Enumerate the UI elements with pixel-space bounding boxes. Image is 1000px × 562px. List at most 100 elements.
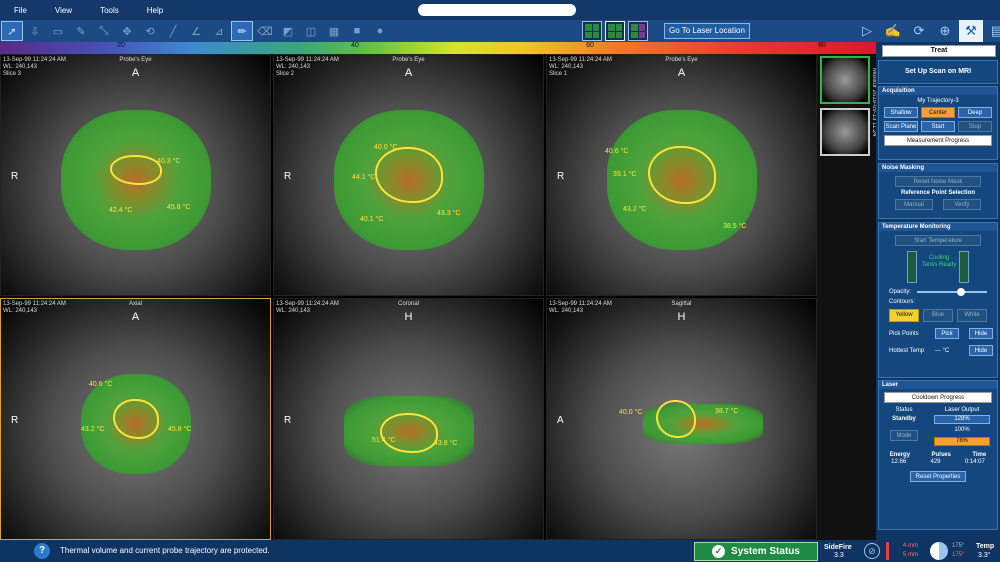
mode-button[interactable]: Mode: [890, 430, 918, 441]
laser-section: Laser Cooldown Progress Status Standby M…: [878, 380, 998, 530]
orientation-left: R: [284, 171, 292, 182]
viewport-probe-eye-slice3[interactable]: 13-Sep-99 11:24:24 AM WL: 240,143 Slice …: [0, 54, 271, 296]
hide-hottest-button[interactable]: Hide: [969, 345, 993, 356]
cooldown-progress-bar: Cooldown Progress: [884, 392, 992, 403]
viewport-coronal[interactable]: 13-Sep-99 11:24:24 AM WL: 240,143 Corona…: [273, 298, 544, 540]
probe-orientation-icon[interactable]: ⊘: [864, 543, 880, 559]
angle-value-1: 175°: [952, 543, 965, 549]
temp-label: 40.6 °C: [605, 148, 629, 155]
cooling-tank-right-icon: [959, 251, 969, 283]
help-icon[interactable]: ?: [34, 543, 50, 559]
hide-points-button[interactable]: Hide: [969, 328, 993, 339]
pick-button[interactable]: Pick: [935, 328, 959, 339]
trajectory-tool-icon[interactable]: ⤡: [93, 21, 115, 41]
menu-file[interactable]: File: [0, 6, 41, 15]
point-tool-icon[interactable]: ●: [369, 21, 391, 41]
acquisition-title: Acquisition: [879, 87, 997, 95]
treat-laser-icon[interactable]: ⚒: [959, 20, 983, 42]
orientation-top: A: [677, 67, 686, 79]
reset-properties-button[interactable]: Reset Properties: [910, 471, 966, 482]
workflow-mode-icons: ▷ ✍ ⟳ ⊕ ⚒ ▤: [855, 20, 1000, 42]
reference-point-title: Reference Point Selection: [900, 190, 976, 196]
plan-icon[interactable]: ✍: [881, 20, 905, 42]
viewport-title: Probe's Eye: [665, 57, 698, 63]
search-field[interactable]: [418, 4, 576, 16]
laser-output-bar: 100%: [954, 427, 970, 433]
contour-blue-button[interactable]: Blue: [923, 309, 953, 322]
status-bar: Thermal volume and current probe traject…: [0, 540, 1000, 562]
viewport-sagittal[interactable]: 13-Sep-99 11:24:24 AM WL: 240,143 Sagitt…: [546, 298, 817, 540]
verify-button[interactable]: Verify: [943, 199, 981, 210]
thumbnail-monitor-1[interactable]: [820, 56, 870, 104]
menu-view[interactable]: View: [41, 6, 86, 15]
opacity-slider[interactable]: [917, 288, 988, 296]
orientation-top: A: [404, 67, 413, 79]
layout-compare-icon[interactable]: [628, 21, 648, 41]
menu-tools[interactable]: Tools: [86, 6, 133, 15]
viewport-axial[interactable]: 13-Sep-99 11:24:24 AM WL: 240,143 Axial …: [0, 298, 271, 540]
cooling-tank-left-icon: [907, 251, 917, 283]
contour-yellow-button[interactable]: Yellow: [889, 309, 919, 322]
stop-button[interactable]: Stop: [958, 121, 992, 132]
energy-value: 12.66: [891, 459, 907, 465]
energy-label: Energy: [889, 452, 911, 458]
shallow-button[interactable]: Shallow: [884, 107, 918, 118]
colorbar-tick: 80: [818, 42, 826, 49]
laser-output-bar: 78%: [934, 437, 990, 446]
square-tool-icon[interactable]: ■: [346, 21, 368, 41]
treat-tab[interactable]: Treat: [882, 45, 996, 57]
pencil-tool-icon[interactable]: ✏: [231, 21, 253, 41]
pointer-tool-icon[interactable]: ➚: [1, 21, 23, 41]
pan-tool-icon[interactable]: ✥: [116, 21, 138, 41]
pulses-label: Pulses: [931, 452, 951, 458]
probe-tool-icon[interactable]: ⇩: [24, 21, 46, 41]
layout-2x2-icon[interactable]: [582, 21, 602, 41]
menu-help[interactable]: Help: [133, 6, 177, 15]
viewport-probe-eye-slice1[interactable]: 13-Sep-99 11:24:24 AM WL: 240,143 Slice …: [546, 54, 817, 296]
thermal-contour: [109, 155, 162, 186]
measure-tool-icon[interactable]: ✎: [70, 21, 92, 41]
report-icon[interactable]: ▤: [985, 20, 1000, 42]
manual-button[interactable]: Manual: [895, 199, 933, 210]
viewport-probe-eye-slice2[interactable]: 13-Sep-99 11:24:24 AM WL: 240,143 Slice …: [273, 54, 544, 296]
target-icon[interactable]: ⊕: [933, 20, 957, 42]
protection-message: Thermal volume and current probe traject…: [60, 546, 270, 555]
cooling-status: Cooling Tanks Ready: [921, 255, 957, 268]
start-temperature-button[interactable]: Start Temperature: [895, 235, 981, 246]
temp-label: 43.3 °C: [437, 210, 461, 217]
deep-button[interactable]: Deep: [958, 107, 992, 118]
start-button[interactable]: Start: [921, 121, 955, 132]
orientation-left: R: [284, 415, 292, 426]
center-button[interactable]: Center: [921, 107, 955, 118]
rotate-tool-icon[interactable]: ⟲: [139, 21, 161, 41]
line-tool-icon[interactable]: ╱: [162, 21, 184, 41]
depth-mm-2: 5 mm: [903, 552, 918, 558]
sidefire-value: 3.3: [834, 552, 844, 559]
contours-label: Contours:: [889, 299, 916, 305]
laser-status: Standby: [892, 416, 916, 422]
align-icon[interactable]: ⟳: [907, 20, 931, 42]
angle-tool-icon[interactable]: ∠: [185, 21, 207, 41]
play-icon[interactable]: ▷: [855, 20, 879, 42]
fill-tool-icon[interactable]: ◩: [277, 21, 299, 41]
thumbnail-monitor-2[interactable]: [820, 108, 870, 156]
roi-tool-icon[interactable]: ◫: [300, 21, 322, 41]
angle-gauge-icon: [930, 542, 948, 560]
window-level-icon[interactable]: ▭: [47, 21, 69, 41]
layout-3x2-icon[interactable]: [605, 21, 625, 41]
go-to-laser-location-button[interactable]: Go To Laser Location: [664, 23, 750, 39]
eraser-tool-icon[interactable]: ⌫: [254, 21, 276, 41]
contour-white-button[interactable]: White: [957, 309, 987, 322]
orientation-top: H: [677, 311, 686, 323]
setup-scan-label[interactable]: Set Up Scan on MRI: [878, 60, 998, 84]
noise-masking-title: Noise Masking: [879, 164, 997, 172]
scan-plane-button[interactable]: Scan Plane: [884, 121, 918, 132]
temp-label: 40.3 °C: [157, 158, 181, 165]
ruler-tool-icon[interactable]: ⊿: [208, 21, 230, 41]
reset-noise-mask-button[interactable]: Reset Noise Mask: [895, 176, 981, 187]
system-status-button[interactable]: ✓ System Status: [694, 542, 818, 561]
temp-label: 40.1 °C: [360, 216, 384, 223]
temp-label: 40.0 °C: [619, 409, 643, 416]
temp-label: 38.7 °C: [715, 408, 739, 415]
grid-tool-icon[interactable]: ▦: [323, 21, 345, 41]
